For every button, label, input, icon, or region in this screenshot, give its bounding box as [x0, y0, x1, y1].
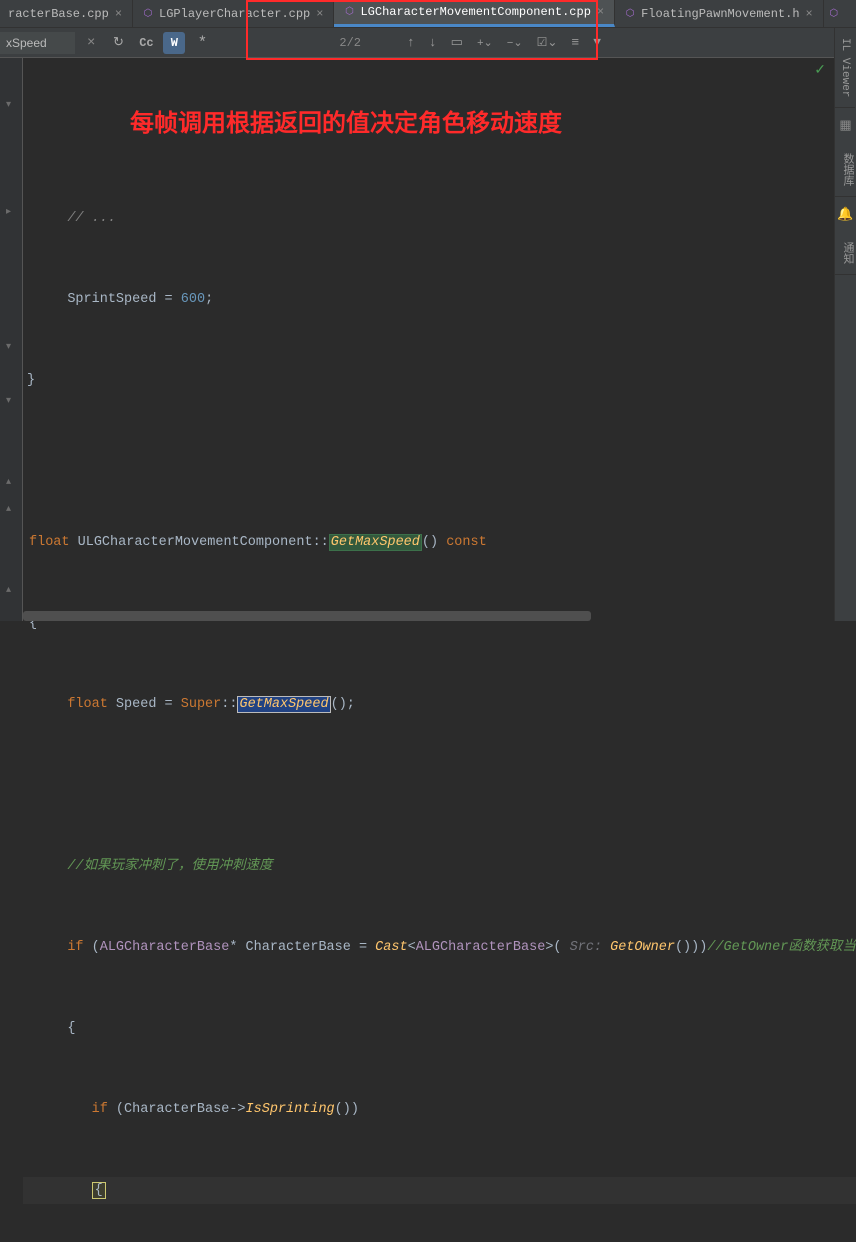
code-text: Cast: [375, 940, 407, 955]
code-text: GetMaxSpeed: [329, 534, 422, 551]
search-input[interactable]: [0, 32, 75, 54]
code-text: IsSprinting: [246, 1102, 335, 1117]
fold-icon[interactable]: ▴: [6, 584, 11, 596]
right-tool-rail: IL Viewer ▦ 数据库 🔔 通知: [834, 28, 856, 621]
code-text: * CharacterBase =: [229, 940, 375, 955]
code-text: }: [27, 373, 35, 388]
prev-match-icon[interactable]: ↑: [407, 35, 415, 50]
code-text: (): [422, 535, 438, 550]
rail-il-viewer[interactable]: IL Viewer: [835, 28, 855, 108]
cpp-file-icon: ⬡: [141, 7, 155, 21]
regex-toggle[interactable]: *: [191, 32, 213, 54]
fold-icon[interactable]: ▸: [6, 206, 11, 218]
code-editor[interactable]: ▾ ▸ ▾ ▾ ▴ ▴ ▴ // ... SprintSpeed = 600; …: [0, 58, 856, 621]
tab-lgcharactermovementcomponent[interactable]: ⬡ LGCharacterMovementComponent.cpp ×: [334, 0, 615, 27]
match-count: 2/2: [219, 36, 401, 50]
code-text: if: [92, 1102, 108, 1117]
code-text: GetOwner: [610, 940, 675, 955]
code-text: Speed =: [108, 697, 181, 712]
close-icon[interactable]: ×: [81, 35, 101, 51]
code-text: {: [92, 1182, 106, 1199]
editor-tab-label: FloatingPawnMovement.h: [641, 7, 799, 21]
tab-overflow[interactable]: ⬡: [824, 0, 844, 27]
find-toolbar: × ↻ Cc W * 2/2 ↑ ↓ ▭ +⌄ −⌄ ☑⌄ ≡ ▼: [0, 28, 856, 58]
code-text: <: [408, 940, 416, 955]
code-comment: // ...: [67, 211, 116, 226]
next-match-icon[interactable]: ↓: [429, 35, 437, 50]
cpp-file-icon: ⬡: [342, 5, 356, 19]
cpp-file-icon: ⬡: [827, 7, 841, 21]
header-file-icon: ⬡: [623, 7, 637, 21]
code-text: ()): [335, 1102, 359, 1117]
remove-selection-icon[interactable]: −⌄: [507, 36, 523, 50]
gutter[interactable]: ▾ ▸ ▾ ▾ ▴ ▴ ▴: [0, 58, 23, 621]
code-text: =: [156, 292, 180, 307]
horizontal-scrollbar[interactable]: [23, 611, 834, 621]
bell-icon[interactable]: 🔔: [835, 197, 856, 232]
close-icon[interactable]: ×: [595, 5, 606, 19]
code-comment: //如果玩家冲刺了，使用冲刺速度: [67, 859, 272, 874]
code-text: ;: [205, 292, 213, 307]
editor-tab-label: LGCharacterMovementComponent.cpp: [360, 5, 590, 19]
close-icon[interactable]: ×: [804, 7, 815, 21]
code-text: SprintSpeed: [67, 292, 156, 307]
editor-tab-label: racterBase.cpp: [8, 7, 109, 21]
code-text: Super: [181, 697, 222, 712]
code-text: (: [84, 940, 100, 955]
code-text: {: [67, 1021, 75, 1036]
close-icon[interactable]: ×: [314, 7, 325, 21]
fold-icon[interactable]: ▴: [6, 503, 11, 515]
add-selection-icon[interactable]: +⌄: [477, 36, 493, 50]
tab-racterbase[interactable]: racterBase.cpp ×: [0, 0, 133, 27]
code-text: ALGCharacterBase: [100, 940, 230, 955]
fold-icon[interactable]: ▾: [6, 395, 11, 407]
code-text: ALGCharacterBase: [416, 940, 546, 955]
close-icon[interactable]: ×: [113, 7, 124, 21]
code-text: >(: [545, 940, 561, 955]
code-text: const: [438, 535, 487, 550]
tab-floatingpawnmovement[interactable]: ⬡ FloatingPawnMovement.h ×: [615, 0, 824, 27]
code-text: 600: [181, 292, 205, 307]
code-text: float: [29, 535, 70, 550]
code-area[interactable]: // ... SprintSpeed = 600; } float ULGCha…: [23, 58, 856, 621]
match-case-toggle[interactable]: Cc: [135, 32, 157, 54]
editor-tab-bar: racterBase.cpp × ⬡ LGPlayerCharacter.cpp…: [0, 0, 856, 28]
fold-icon[interactable]: ▾: [6, 341, 11, 353]
code-text: GetMaxSpeed: [237, 696, 330, 713]
database-icon[interactable]: ▦: [835, 108, 856, 143]
filter-icon[interactable]: ▼: [593, 35, 601, 50]
code-text: ::: [313, 535, 329, 550]
select-all-icon[interactable]: ▭: [451, 35, 463, 50]
toggle-1-icon[interactable]: ≡: [571, 35, 579, 50]
code-text: ())): [675, 940, 707, 955]
code-text: float: [67, 697, 108, 712]
words-toggle[interactable]: W: [163, 32, 185, 54]
fold-icon[interactable]: ▴: [6, 476, 11, 488]
scrollbar-thumb[interactable]: [23, 611, 591, 621]
code-text: ULGCharacterMovementComponent: [70, 535, 313, 550]
rail-database[interactable]: 数据库: [835, 143, 856, 197]
code-text: ();: [331, 697, 355, 712]
code-text: (CharacterBase->: [108, 1102, 246, 1117]
rail-notifications[interactable]: 通知: [835, 232, 856, 275]
code-text: ::: [221, 697, 237, 712]
tab-lgplayercharacter[interactable]: ⬡ LGPlayerCharacter.cpp ×: [133, 0, 334, 27]
code-text: Src:: [562, 940, 611, 955]
editor-tab-label: LGPlayerCharacter.cpp: [159, 7, 310, 21]
code-text: if: [67, 940, 83, 955]
find-nav-group: ↑ ↓ ▭ +⌄ −⌄ ☑⌄ ≡ ▼: [407, 35, 601, 50]
code-comment: //GetOwner函数获取当前使用: [707, 940, 856, 955]
history-icon[interactable]: ↻: [107, 32, 129, 54]
select-all-occurrences-icon[interactable]: ☑⌄: [537, 35, 558, 50]
fold-icon[interactable]: ▾: [6, 99, 11, 111]
